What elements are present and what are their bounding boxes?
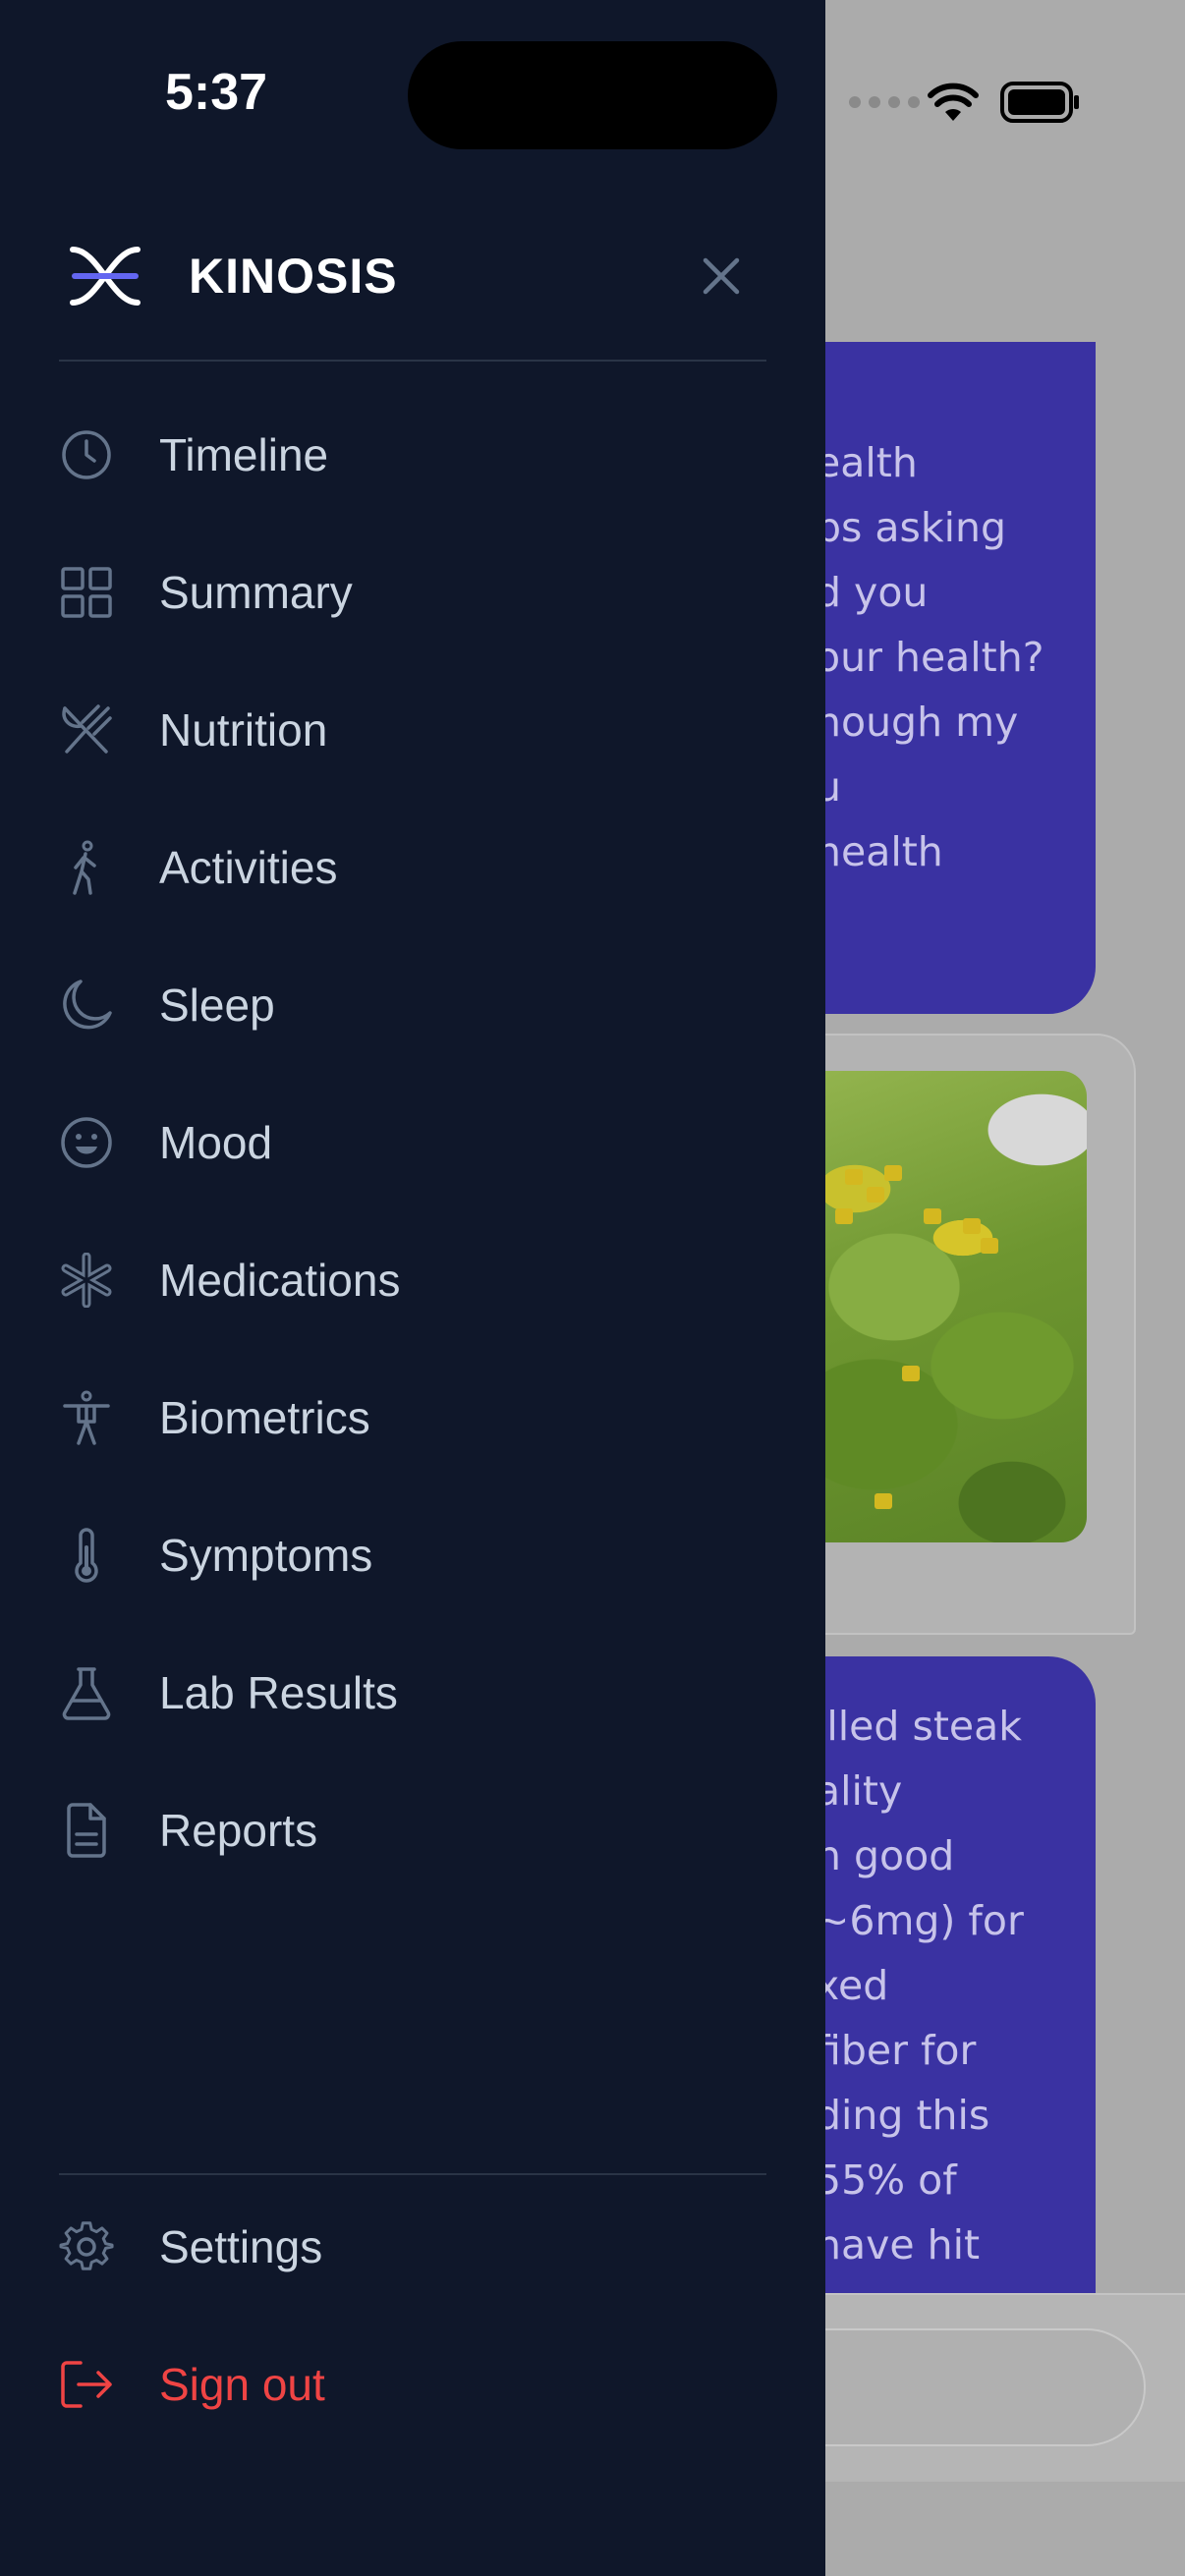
chat-text: n good	[816, 1832, 955, 1879]
walking-icon	[59, 840, 114, 895]
chat-text: ality	[816, 1767, 903, 1815]
chat-text: have hit	[816, 2221, 981, 2268]
footer-divider	[59, 2173, 766, 2175]
sign-out-icon	[59, 2357, 114, 2412]
thermometer-icon	[59, 1528, 114, 1583]
chat-text: d you	[816, 569, 929, 616]
nav-item-mood[interactable]: Mood	[59, 1089, 766, 1197]
salad-photo	[816, 1071, 1087, 1542]
wifi-icon	[928, 83, 979, 121]
nav-item-label: Lab Results	[159, 1667, 398, 1718]
close-icon	[703, 257, 740, 295]
nav-item-label: Mood	[159, 1117, 273, 1168]
brand-name: KINOSIS	[189, 249, 398, 304]
moon-icon	[59, 978, 114, 1033]
chat-text: ding this	[816, 2092, 990, 2139]
nav-item-reports[interactable]: Reports	[59, 1776, 766, 1884]
sign-out-label: Sign out	[159, 2359, 325, 2410]
status-time: 5:37	[165, 64, 268, 121]
nav-item-lab-results[interactable]: Lab Results	[59, 1639, 766, 1747]
nav-item-label: Activities	[159, 842, 338, 893]
nav-item-label: Symptoms	[159, 1530, 373, 1581]
nav-item-nutrition[interactable]: Nutrition	[59, 676, 766, 784]
dynamic-island	[408, 41, 777, 149]
nav-item-symptoms[interactable]: Symptoms	[59, 1501, 766, 1609]
chat-bubble-assistant: illed steak ality n good ~6mg) for xed f…	[816, 1656, 1096, 2295]
nav-item-label: Biometrics	[159, 1392, 370, 1443]
settings-label: Settings	[159, 2221, 323, 2272]
nav-item-label: Sleep	[159, 980, 275, 1031]
nav-item-activities[interactable]: Activities	[59, 813, 766, 922]
close-button[interactable]	[694, 246, 749, 307]
kinosis-logo-icon	[70, 247, 141, 306]
nav-item-label: Medications	[159, 1255, 401, 1306]
chat-text: illed steak	[816, 1703, 1022, 1750]
chat-bubble-user: ealth ps asking d you our health? hough …	[816, 342, 1096, 1014]
chat-text: fiber for	[816, 2027, 977, 2074]
chat-text: xed	[816, 1962, 889, 2009]
nav-item-biometrics[interactable]: Biometrics	[59, 1364, 766, 1472]
nav-item-label: Nutrition	[159, 704, 328, 756]
signal-dots-icon	[849, 96, 920, 108]
chat-text: ealth	[816, 439, 918, 486]
nav-item-label: Summary	[159, 567, 353, 618]
header-divider	[59, 360, 766, 362]
chat-text: ~6mg) for	[816, 1897, 1024, 1944]
nav-item-label: Timeline	[159, 429, 329, 480]
flask-icon	[59, 1665, 114, 1720]
asterisk-icon	[59, 1253, 114, 1308]
chat-text: ps asking	[816, 504, 1007, 551]
clock-icon	[59, 427, 114, 482]
document-icon	[59, 1803, 114, 1858]
nav-item-medications[interactable]: Medications	[59, 1226, 766, 1334]
battery-icon	[1000, 82, 1079, 123]
sign-out-button[interactable]: Sign out	[59, 2330, 766, 2438]
utensils-icon	[59, 702, 114, 757]
chat-text: hough my	[816, 699, 1019, 746]
chat-text: 55% of	[816, 2156, 957, 2204]
nav-item-label: Reports	[159, 1805, 318, 1856]
chat-text: our health?	[816, 634, 1044, 681]
nav-item-timeline[interactable]: Timeline	[59, 401, 766, 509]
gear-icon	[59, 2219, 114, 2274]
chat-text: health	[816, 828, 943, 875]
nav-item-summary[interactable]: Summary	[59, 538, 766, 646]
navigation-drawer: 5:37 KINOSIS Timeline Summary Nutrition	[0, 0, 825, 2576]
settings-button[interactable]: Settings	[59, 2193, 766, 2301]
smile-icon	[59, 1115, 114, 1170]
grid-icon	[59, 565, 114, 620]
person-icon	[59, 1390, 114, 1445]
nav-item-sleep[interactable]: Sleep	[59, 951, 766, 1059]
